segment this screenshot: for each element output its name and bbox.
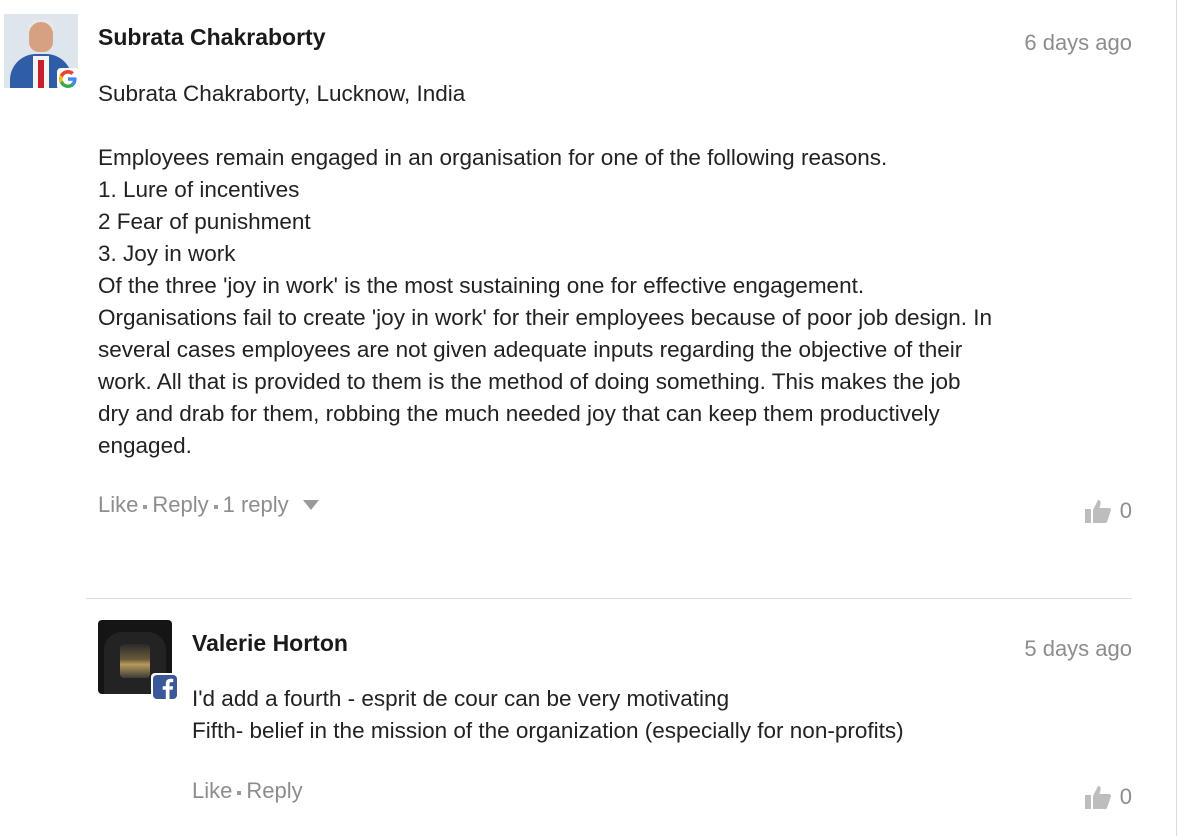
comment-body: Subrata Chakraborty, Lucknow, India Empl… (98, 81, 993, 458)
vote-count: 0 (1119, 784, 1132, 809)
chevron-down-icon[interactable] (302, 500, 319, 510)
thumbs-up-icon (1084, 786, 1111, 809)
right-border (1176, 0, 1177, 836)
vote-count: 0 (1119, 498, 1132, 523)
comment-author[interactable]: Subrata Chakraborty (98, 24, 326, 51)
avatar-tie (38, 60, 44, 88)
separator-dot (143, 505, 148, 509)
avatar-shirt-print (120, 644, 150, 678)
comment-author[interactable]: Valerie Horton (192, 630, 348, 657)
separator-dot (213, 505, 218, 509)
comment-actions: Like Reply 1 reply (98, 492, 319, 518)
like-button[interactable]: Like (98, 492, 138, 518)
facebook-icon (151, 673, 178, 700)
toggle-replies-button[interactable]: 1 reply (223, 492, 289, 518)
reply-button[interactable]: Reply (246, 778, 302, 804)
separator-dot (237, 791, 242, 795)
reply-button[interactable]: Reply (152, 492, 208, 518)
avatar-head (29, 22, 53, 52)
comment-actions: Like Reply (192, 778, 303, 804)
comment-timestamp[interactable]: 6 days ago (1024, 30, 1132, 56)
comment-body: I'd add a fourth - esprit de cour can be… (192, 686, 904, 743)
upvote-button[interactable]: 0 (1084, 784, 1132, 810)
like-button[interactable]: Like (192, 778, 232, 804)
thumbs-up-icon (1084, 500, 1111, 523)
google-icon (57, 68, 79, 90)
upvote-button[interactable]: 0 (1084, 498, 1132, 524)
comment-timestamp[interactable]: 5 days ago (1024, 636, 1132, 662)
reply-divider (86, 598, 1132, 599)
